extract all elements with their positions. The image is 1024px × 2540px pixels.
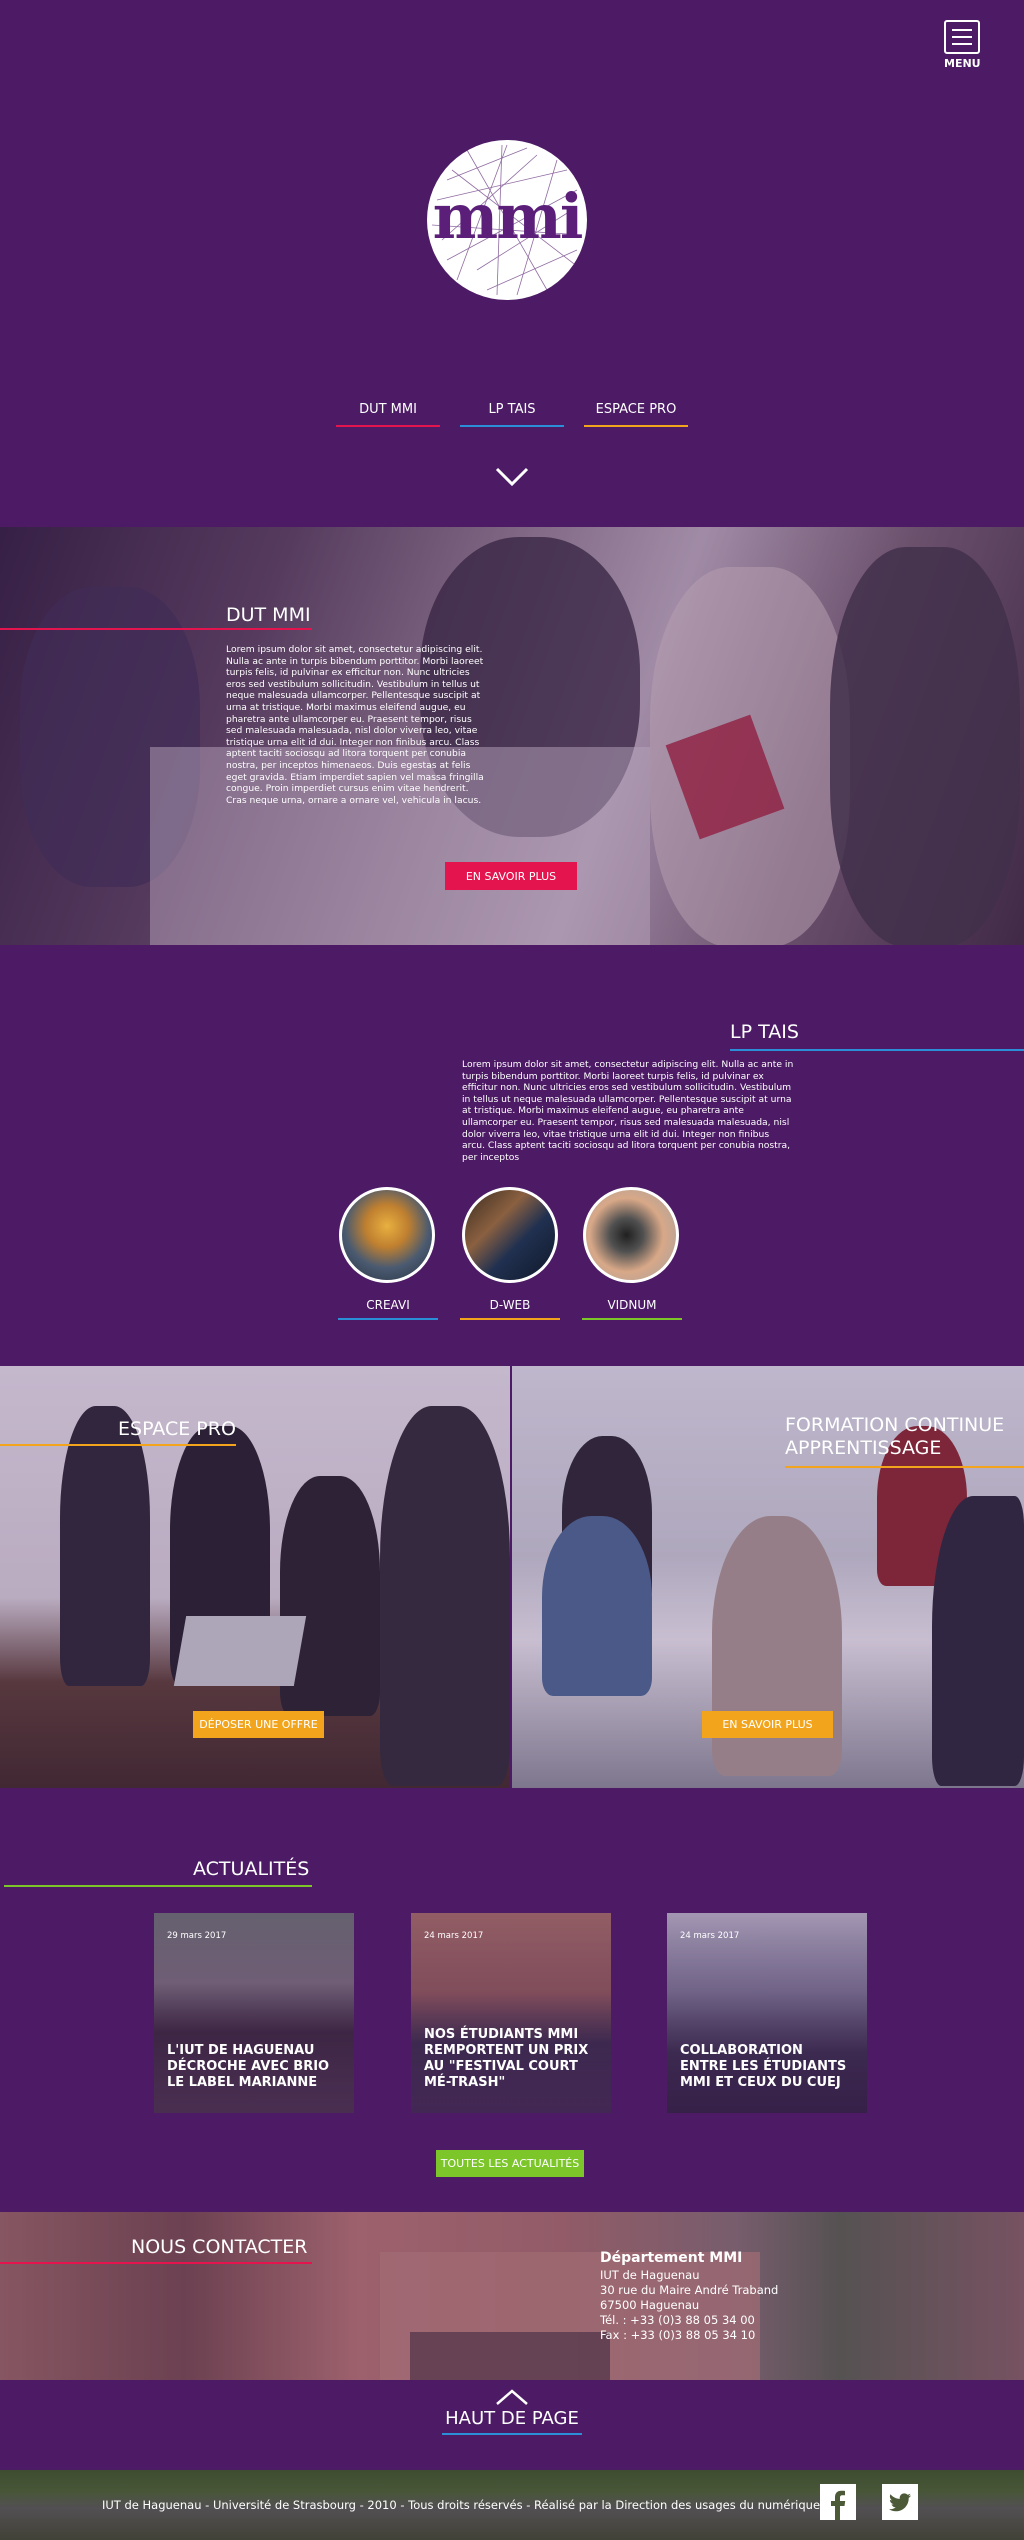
lp-description: Lorem ipsum dolor sit amet, consectetur … [462, 1059, 794, 1163]
back-to-top-label: HAUT DE PAGE [445, 2408, 579, 2429]
chevron-up-icon [496, 2389, 528, 2405]
vidnum-image[interactable] [583, 1187, 679, 1283]
contact-title-line [0, 2262, 312, 2264]
lp-title: LP TAIS [730, 1021, 799, 1043]
news-date: 29 mars 2017 [167, 1931, 227, 1941]
dut-title-line [0, 628, 312, 630]
nav-espace-pro[interactable]: ESPACE PRO [584, 402, 688, 427]
footer: IUT de Haguenau - Université de Strasbou… [0, 2470, 1024, 2540]
dut-more-button[interactable]: EN SAVOIR PLUS [445, 862, 577, 890]
nav-lp-tais[interactable]: LP TAIS [460, 402, 564, 427]
formation-title-line2: APPRENTISSAGE [785, 1437, 942, 1459]
formation-title-line [785, 1466, 1024, 1468]
news-date: 24 mars 2017 [424, 1931, 484, 1941]
scroll-down-chevron-icon[interactable] [494, 466, 530, 488]
dweb-image[interactable] [462, 1187, 558, 1283]
contact-phone: Tél. : +33 (0)3 88 05 34 00 [600, 2313, 755, 2327]
option-creavi[interactable]: CREAVI [338, 1298, 438, 1320]
contact-line: 67500 Haguenau [600, 2298, 700, 2312]
dut-description: Lorem ipsum dolor sit amet, consectetur … [226, 644, 484, 806]
contact-fax: Fax : +33 (0)3 88 05 34 10 [600, 2328, 756, 2342]
news-headline: NOS ÉTUDIANTS MMI REMPORTENT UN PRIX AU … [424, 2027, 589, 2090]
news-headline: L'IUT DE HAGUENAU DÉCROCHE AVEC BRIO LE … [167, 2043, 330, 2090]
creavi-image[interactable] [339, 1187, 435, 1283]
all-news-button[interactable]: TOUTES LES ACTUALITÉS [436, 2150, 584, 2177]
contact-dept: Département MMI [600, 2250, 743, 2266]
option-dweb[interactable]: D-WEB [460, 1298, 560, 1320]
contact-title: NOUS CONTACTER [131, 2236, 308, 2258]
logo-text: mmi [432, 180, 584, 253]
news-card-2[interactable]: 24 mars 2017 NOS ÉTUDIANTS MMI REMPORTEN… [411, 1913, 611, 2113]
back-to-top-button[interactable]: HAUT DE PAGE [432, 2388, 592, 2436]
news-card-1[interactable]: 29 mars 2017 L'IUT DE HAGUENAU DÉCROCHE … [154, 1913, 354, 2113]
news-title: ACTUALITÉS [193, 1858, 310, 1880]
formation-title-line1: FORMATION CONTINUE [785, 1414, 1005, 1436]
news-title-line [4, 1885, 312, 1887]
menu-label: MENU [944, 57, 981, 70]
contact-address: IUT de Haguenau 30 rue du Maire André Tr… [600, 2268, 778, 2343]
lp-title-line [730, 1049, 1024, 1051]
twitter-icon[interactable] [882, 2484, 918, 2520]
vidnum-label: VIDNUM [607, 1298, 657, 1312]
contact-line: IUT de Haguenau [600, 2268, 700, 2282]
option-vidnum[interactable]: VIDNUM [582, 1298, 682, 1320]
news-date: 24 mars 2017 [680, 1931, 740, 1941]
facebook-icon[interactable] [820, 2484, 856, 2520]
news-headline: COLLABORATION ENTRE LES ÉTUDIANTS MMI ET… [680, 2043, 847, 2090]
pro-title: ESPACE PRO [118, 1418, 236, 1440]
footer-text: IUT de Haguenau - Université de Strasbou… [102, 2498, 821, 2512]
mmi-logo[interactable]: mmi [427, 140, 587, 300]
dweb-label: D-WEB [489, 1298, 531, 1312]
formation-more-button[interactable]: EN SAVOIR PLUS [702, 1711, 833, 1738]
main-nav: DUT MMI LP TAIS ESPACE PRO [336, 402, 688, 427]
dut-title: DUT MMI [226, 604, 311, 626]
contact-line: 30 rue du Maire André Traband [600, 2283, 779, 2297]
nav-dut-mmi[interactable]: DUT MMI [336, 402, 440, 427]
menu-button[interactable]: MENU [944, 20, 981, 72]
pro-title-line [0, 1444, 236, 1446]
deposer-offre-button[interactable]: DÉPOSER UNE OFFRE [193, 1711, 324, 1738]
creavi-label: CREAVI [366, 1298, 410, 1312]
news-card-3[interactable]: 24 mars 2017 COLLABORATION ENTRE LES ÉTU… [667, 1913, 867, 2113]
hamburger-icon [944, 20, 980, 54]
